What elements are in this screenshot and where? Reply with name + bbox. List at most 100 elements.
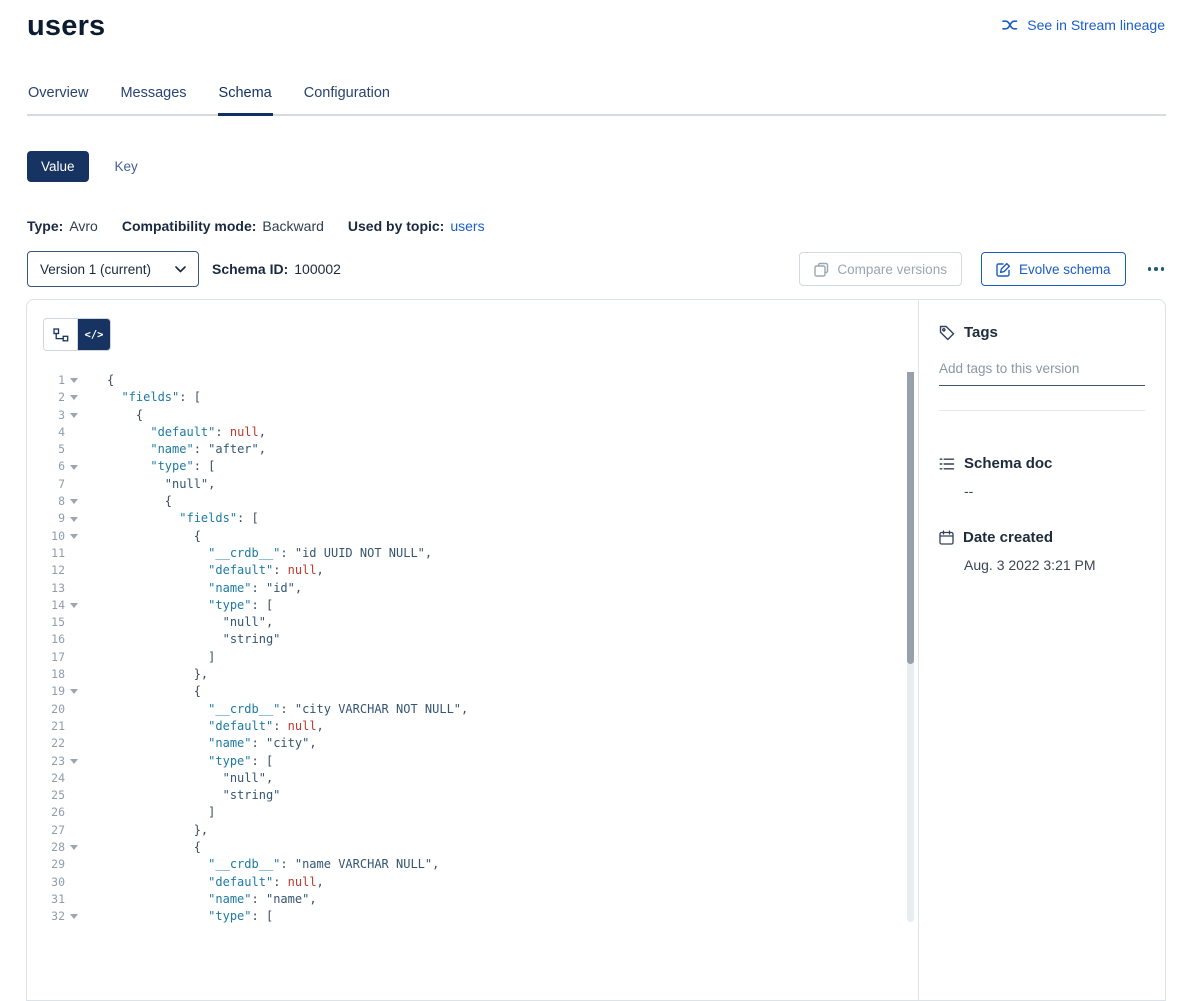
schema-page: users See in Stream lineage Overview Mes… bbox=[0, 0, 1189, 1001]
stream-lineage-link[interactable]: See in Stream lineage bbox=[1002, 17, 1165, 33]
code-line: 16 "string" bbox=[27, 631, 918, 648]
scrollbar-thumb[interactable] bbox=[907, 372, 914, 664]
code-text: "type": [ bbox=[83, 908, 273, 925]
collapse-caret[interactable] bbox=[65, 389, 83, 406]
tree-view-button[interactable] bbox=[44, 319, 77, 350]
page-header: users See in Stream lineage bbox=[0, 0, 1189, 43]
collapse-caret[interactable] bbox=[65, 372, 83, 389]
code-text: "default": null, bbox=[83, 424, 266, 441]
code-line: 9 "fields": [ bbox=[27, 510, 918, 527]
code-view-button[interactable]: </> bbox=[77, 319, 110, 350]
caret-down-icon bbox=[70, 845, 78, 850]
tab-configuration[interactable]: Configuration bbox=[303, 85, 391, 114]
code-line: 4 "default": null, bbox=[27, 424, 918, 441]
compatibility-label: Compatibility mode: bbox=[122, 218, 257, 234]
caret-spacer bbox=[65, 649, 83, 666]
code-line: 21 "default": null, bbox=[27, 718, 918, 735]
code-line: 3 { bbox=[27, 407, 918, 424]
code-text: "name": "after", bbox=[83, 441, 266, 458]
line-number: 12 bbox=[27, 562, 65, 579]
code-line: 27 }, bbox=[27, 822, 918, 839]
code-text: "__crdb__": "name VARCHAR NULL", bbox=[83, 856, 439, 873]
collapse-caret[interactable] bbox=[65, 683, 83, 700]
collapse-caret[interactable] bbox=[65, 510, 83, 527]
line-number: 26 bbox=[27, 804, 65, 821]
tab-overview[interactable]: Overview bbox=[27, 85, 89, 114]
used-by-topic: Used by topic: users bbox=[348, 218, 485, 234]
version-select-value: Version 1 (current) bbox=[40, 262, 151, 277]
collapse-caret[interactable] bbox=[65, 407, 83, 424]
date-created-value: Aug. 3 2022 3:21 PM bbox=[939, 557, 1145, 573]
caret-spacer bbox=[65, 476, 83, 493]
line-number: 17 bbox=[27, 649, 65, 666]
version-select[interactable]: Version 1 (current) bbox=[27, 251, 199, 287]
code-text: "default": null, bbox=[83, 562, 324, 579]
collapse-caret[interactable] bbox=[65, 908, 83, 925]
caret-down-icon bbox=[70, 395, 78, 400]
collapse-caret[interactable] bbox=[65, 597, 83, 614]
code-text: "__crdb__": "id UUID NOT NULL", bbox=[83, 545, 432, 562]
line-number: 20 bbox=[27, 701, 65, 718]
schema-editor: </> 1{2 "fields": [3 {4 "default": null,… bbox=[27, 300, 918, 1000]
tab-schema[interactable]: Schema bbox=[218, 85, 273, 114]
schema-id-label: Schema ID: bbox=[212, 261, 288, 277]
chevron-down-icon bbox=[175, 266, 186, 273]
caret-spacer bbox=[65, 822, 83, 839]
code-text: "type": [ bbox=[83, 753, 273, 770]
code-text: }, bbox=[83, 822, 208, 839]
line-number: 30 bbox=[27, 874, 65, 891]
collapse-caret[interactable] bbox=[65, 458, 83, 475]
schema-doc-section: Schema doc -- bbox=[939, 455, 1145, 499]
topic-link[interactable]: users bbox=[450, 218, 484, 234]
compare-versions-button[interactable]: Compare versions bbox=[799, 252, 962, 286]
caret-down-icon bbox=[70, 499, 78, 504]
caret-spacer bbox=[65, 718, 83, 735]
caret-down-icon bbox=[70, 914, 78, 919]
scrollbar-track[interactable] bbox=[907, 372, 914, 922]
code-line: 29 "__crdb__": "name VARCHAR NULL", bbox=[27, 856, 918, 873]
code-text: "null", bbox=[83, 476, 215, 493]
code-line: 12 "default": null, bbox=[27, 562, 918, 579]
line-number: 18 bbox=[27, 666, 65, 683]
code-text: ] bbox=[83, 649, 215, 666]
code-line: 7 "null", bbox=[27, 476, 918, 493]
caret-down-icon bbox=[70, 517, 78, 522]
collapse-caret[interactable] bbox=[65, 528, 83, 545]
code-viewport[interactable]: 1{2 "fields": [3 {4 "default": null,5 "n… bbox=[27, 372, 918, 972]
line-number: 23 bbox=[27, 753, 65, 770]
collapse-caret[interactable] bbox=[65, 493, 83, 510]
code-line: 11 "__crdb__": "id UUID NOT NULL", bbox=[27, 545, 918, 562]
compatibility-mode: Compatibility mode: Backward bbox=[122, 218, 324, 234]
line-number: 21 bbox=[27, 718, 65, 735]
line-number: 28 bbox=[27, 839, 65, 856]
evolve-schema-button[interactable]: Evolve schema bbox=[981, 252, 1126, 286]
value-toggle-button[interactable]: Value bbox=[27, 151, 89, 182]
code-line: 18 }, bbox=[27, 666, 918, 683]
caret-down-icon bbox=[70, 534, 78, 539]
code-line: 26 ] bbox=[27, 804, 918, 821]
caret-spacer bbox=[65, 891, 83, 908]
code-lines: 1{2 "fields": [3 {4 "default": null,5 "n… bbox=[27, 372, 918, 926]
key-toggle-button[interactable]: Key bbox=[115, 159, 138, 174]
more-options-button[interactable] bbox=[1146, 261, 1167, 277]
collapse-caret[interactable] bbox=[65, 753, 83, 770]
code-text: { bbox=[83, 839, 201, 856]
code-line: 32 "type": [ bbox=[27, 908, 918, 925]
code-text: "string" bbox=[83, 631, 280, 648]
code-text: }, bbox=[83, 666, 208, 683]
tags-input[interactable] bbox=[939, 355, 1145, 386]
schema-panel: </> 1{2 "fields": [3 {4 "default": null,… bbox=[26, 299, 1166, 1001]
line-number: 24 bbox=[27, 770, 65, 787]
caret-spacer bbox=[65, 770, 83, 787]
stream-lineage-label: See in Stream lineage bbox=[1027, 17, 1165, 33]
caret-spacer bbox=[65, 856, 83, 873]
code-text: "default": null, bbox=[83, 718, 324, 735]
line-number: 8 bbox=[27, 493, 65, 510]
code-line: 8 { bbox=[27, 493, 918, 510]
collapse-caret[interactable] bbox=[65, 839, 83, 856]
code-text: "type": [ bbox=[83, 458, 215, 475]
tag-icon bbox=[939, 325, 955, 341]
topic-label: Used by topic: bbox=[348, 218, 444, 234]
tab-messages[interactable]: Messages bbox=[119, 85, 187, 114]
code-text: "null", bbox=[83, 614, 273, 631]
